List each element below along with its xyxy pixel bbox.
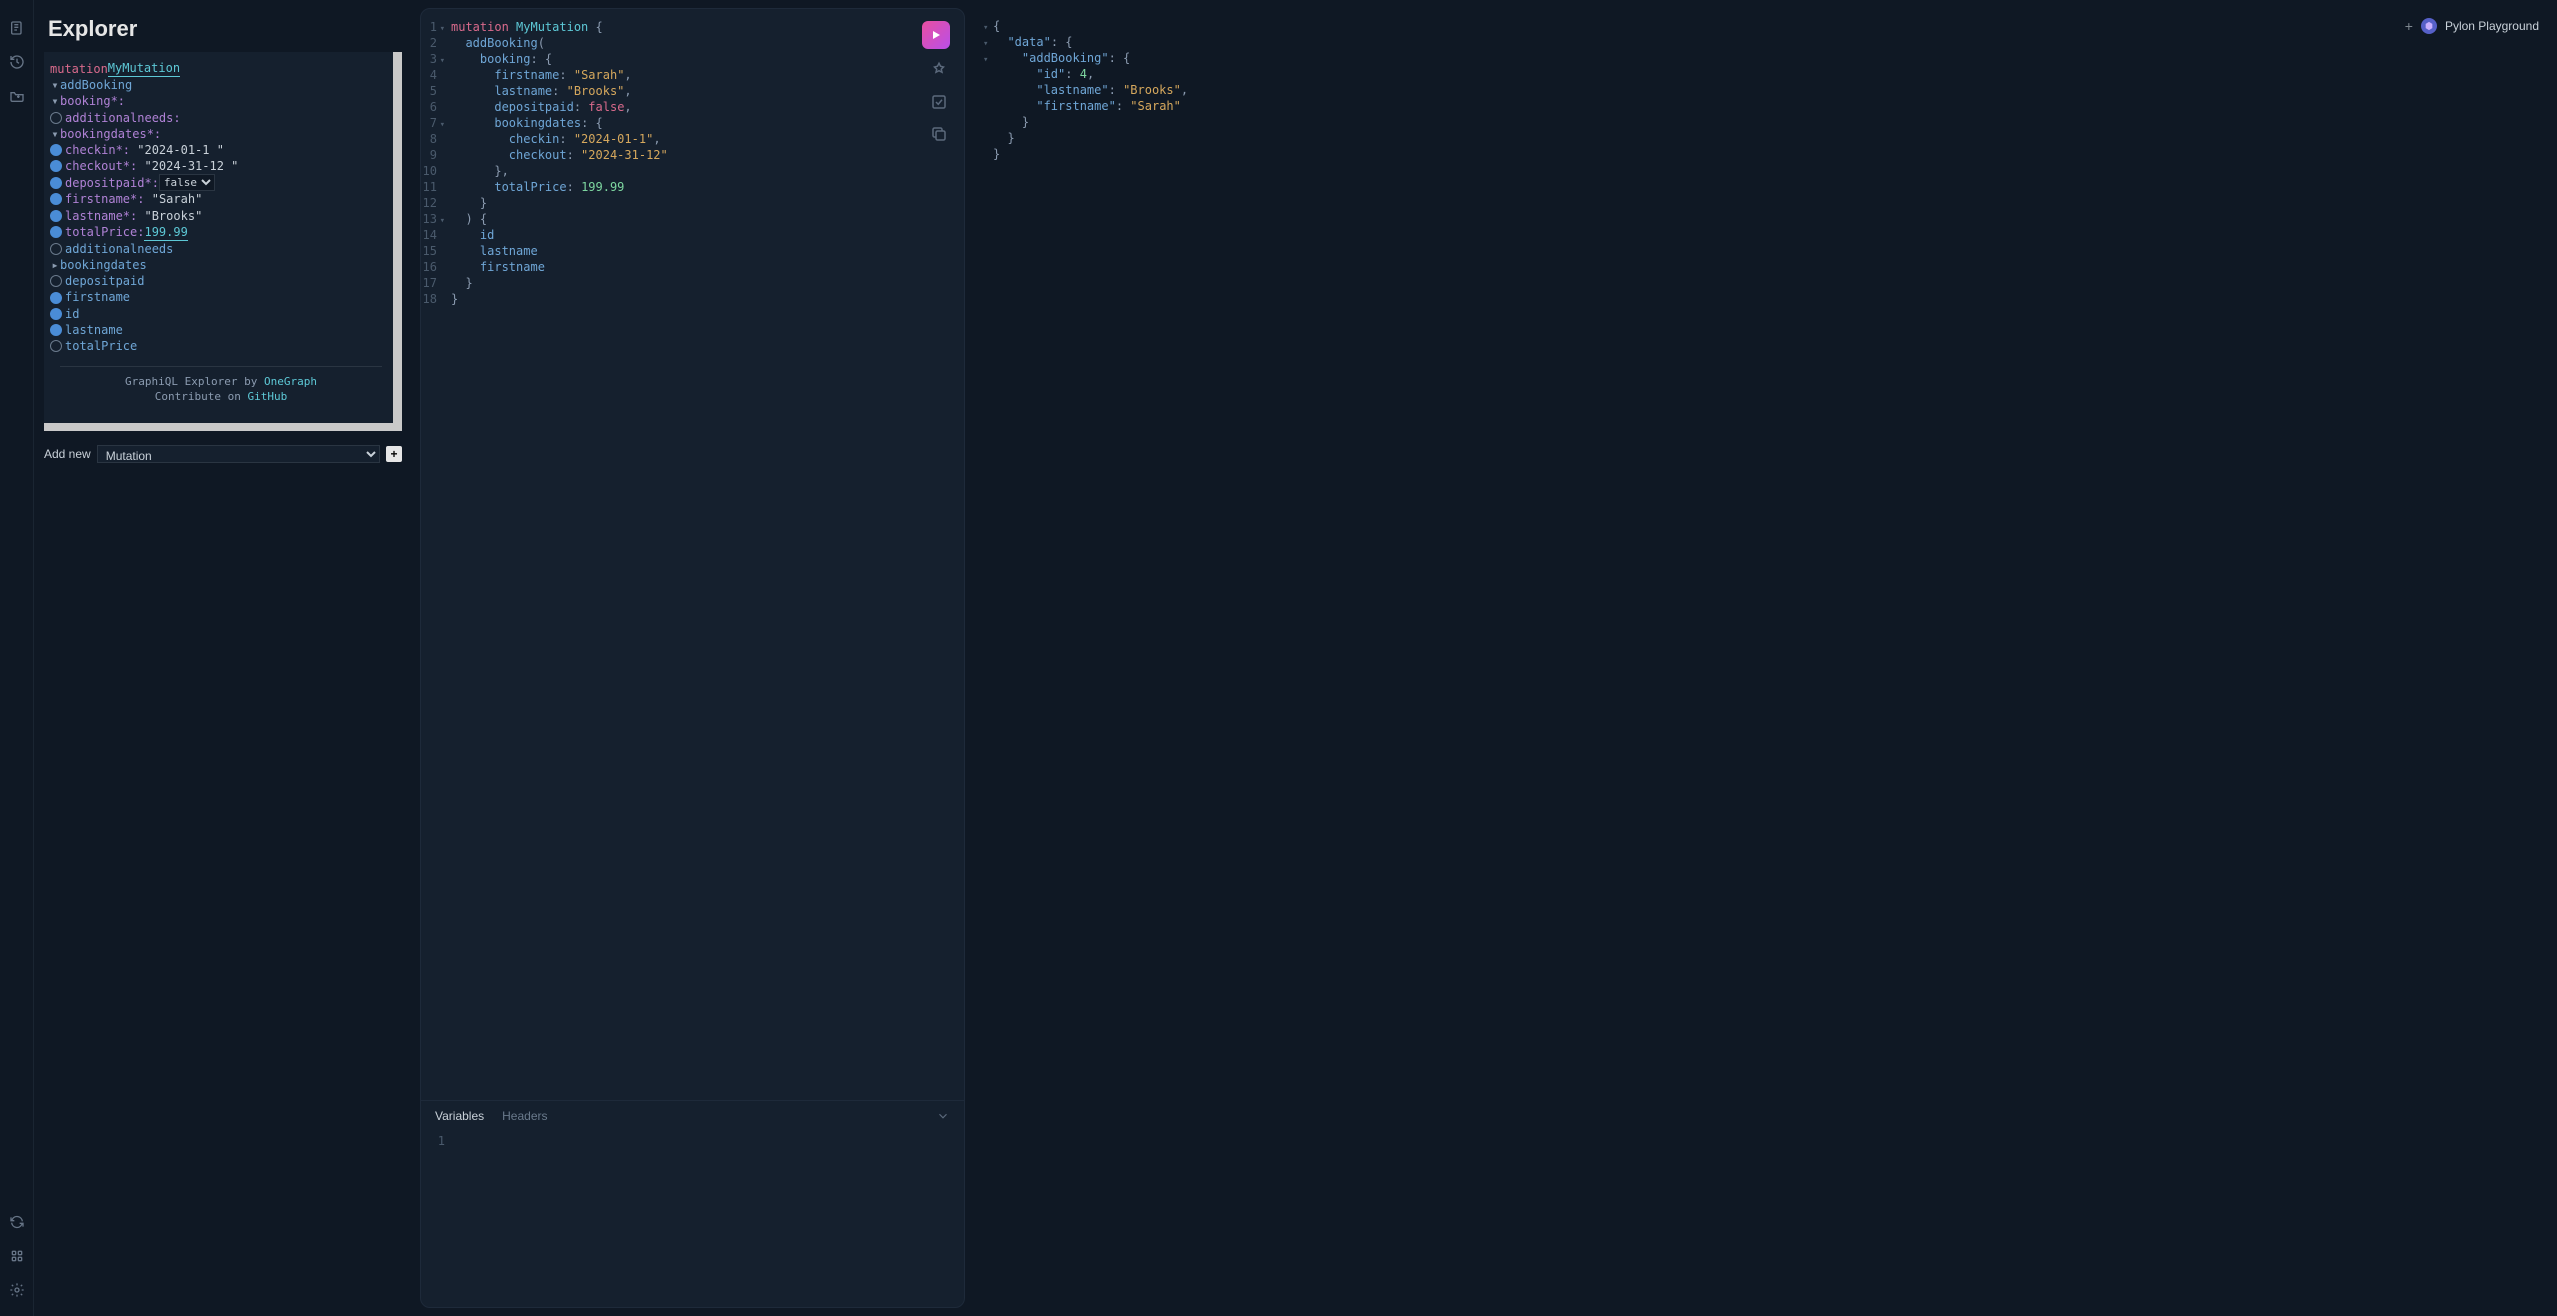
field-id[interactable]: id bbox=[65, 306, 79, 322]
code-area[interactable]: mutation MyMutation { addBooking( bookin… bbox=[451, 19, 964, 1090]
shortcuts-icon[interactable] bbox=[9, 1248, 25, 1264]
explorer-title: Explorer bbox=[34, 0, 412, 52]
checkin-input[interactable]: 2024-01-1 bbox=[144, 142, 209, 158]
arg-checkout[interactable]: checkout*: bbox=[65, 158, 137, 174]
explorer-icon[interactable] bbox=[9, 88, 25, 104]
tab-headers[interactable]: Headers bbox=[502, 1109, 547, 1123]
field-bookingdates[interactable]: bookingdates bbox=[60, 257, 147, 273]
add-new-select[interactable]: Mutation bbox=[97, 445, 380, 463]
checkbox-filled-icon[interactable] bbox=[50, 210, 62, 222]
scrollbar[interactable] bbox=[393, 52, 402, 423]
refetch-icon[interactable] bbox=[9, 1214, 25, 1230]
operation-name-input[interactable]: MyMutation bbox=[108, 60, 180, 77]
response-panel: + Pylon Playground ▾{▾ "data": {▾ "addBo… bbox=[973, 8, 2549, 1308]
operation-type: mutation bbox=[50, 61, 108, 77]
response-body[interactable]: ▾{▾ "data": {▾ "addBooking": { "id": 4, … bbox=[983, 18, 2539, 162]
pylon-logo-icon bbox=[2421, 18, 2437, 34]
editor-bottom-tabs: Variables Headers bbox=[421, 1100, 964, 1127]
prettify-icon[interactable] bbox=[930, 61, 948, 79]
checkbox-empty-icon[interactable] bbox=[50, 340, 62, 352]
field-addBooking[interactable]: addBooking bbox=[60, 77, 132, 93]
lastname-input[interactable]: Brooks bbox=[152, 208, 195, 224]
tab-variables[interactable]: Variables bbox=[435, 1109, 484, 1123]
checkbox-filled-icon[interactable] bbox=[50, 308, 62, 320]
explorer-tree: mutation MyMutation ▾addBooking ▾booking… bbox=[44, 52, 402, 423]
arg-booking[interactable]: booking*: bbox=[60, 93, 125, 109]
arg-firstname[interactable]: firstname*: bbox=[65, 191, 144, 207]
new-tab-icon[interactable]: + bbox=[2405, 18, 2413, 34]
add-new-row: Add new Mutation + bbox=[34, 431, 412, 463]
horizontal-scrollbar[interactable] bbox=[44, 423, 402, 431]
run-button[interactable] bbox=[922, 21, 950, 49]
query-editor-panel: 1▾23▾4567▾8910111213▾1415161718 mutation… bbox=[420, 8, 965, 1308]
checkbox-empty-icon[interactable] bbox=[50, 243, 62, 255]
checkbox-filled-icon[interactable] bbox=[50, 193, 62, 205]
totalPrice-input[interactable]: 199.99 bbox=[144, 224, 187, 241]
field-firstname[interactable]: firstname bbox=[65, 289, 130, 305]
expand-arrow-icon[interactable]: ▸ bbox=[50, 257, 60, 273]
main-area: 1▾23▾4567▾8910111213▾1415161718 mutation… bbox=[412, 0, 2557, 1316]
left-sidebar bbox=[0, 0, 34, 1316]
checkbox-empty-icon[interactable] bbox=[50, 112, 62, 124]
explorer-panel: Explorer mutation MyMutation ▾addBooking… bbox=[34, 0, 412, 1316]
add-new-label: Add new bbox=[44, 447, 91, 461]
query-editor[interactable]: 1▾23▾4567▾8910111213▾1415161718 mutation… bbox=[421, 9, 964, 1100]
docs-icon[interactable] bbox=[9, 20, 25, 36]
explorer-footer: GraphiQL Explorer by OneGraph Contribute… bbox=[50, 375, 392, 413]
arg-checkin[interactable]: checkin*: bbox=[65, 142, 130, 158]
field-depositpaid[interactable]: depositpaid bbox=[65, 273, 144, 289]
expand-arrow-icon[interactable]: ▾ bbox=[50, 126, 60, 142]
arg-depositpaid[interactable]: depositpaid*: bbox=[65, 175, 159, 191]
field-additionalneeds[interactable]: additionalneeds bbox=[65, 241, 173, 257]
history-icon[interactable] bbox=[9, 54, 25, 70]
chevron-down-icon[interactable] bbox=[936, 1109, 950, 1123]
arg-totalPrice[interactable]: totalPrice: bbox=[65, 224, 144, 240]
brand-label: Pylon Playground bbox=[2445, 19, 2539, 33]
add-new-button[interactable]: + bbox=[386, 446, 402, 462]
checkbox-filled-icon[interactable] bbox=[50, 177, 62, 189]
divider bbox=[60, 366, 382, 367]
settings-icon[interactable] bbox=[9, 1282, 25, 1298]
merge-icon[interactable] bbox=[930, 93, 948, 111]
expand-arrow-icon[interactable]: ▾ bbox=[50, 77, 60, 93]
github-link[interactable]: GitHub bbox=[247, 390, 287, 403]
expand-arrow-icon[interactable]: ▾ bbox=[50, 93, 60, 109]
onegraph-link[interactable]: OneGraph bbox=[264, 375, 317, 388]
field-totalPrice[interactable]: totalPrice bbox=[65, 338, 137, 354]
checkbox-empty-icon[interactable] bbox=[50, 275, 62, 287]
variables-editor[interactable]: 1 bbox=[421, 1127, 964, 1307]
checkout-input[interactable]: 2024-31-12 bbox=[152, 158, 224, 174]
line-gutter: 1▾23▾4567▾8910111213▾1415161718 bbox=[421, 19, 451, 1090]
checkbox-filled-icon[interactable] bbox=[50, 144, 62, 156]
checkbox-filled-icon[interactable] bbox=[50, 226, 62, 238]
field-lastname[interactable]: lastname bbox=[65, 322, 123, 338]
arg-lastname[interactable]: lastname*: bbox=[65, 208, 137, 224]
firstname-input[interactable]: Sarah bbox=[159, 191, 195, 207]
depositpaid-select[interactable]: false bbox=[159, 174, 215, 191]
checkbox-filled-icon[interactable] bbox=[50, 324, 62, 336]
arg-bookingdates[interactable]: bookingdates*: bbox=[60, 126, 161, 142]
arg-additionalneeds[interactable]: additionalneeds: bbox=[65, 110, 181, 126]
checkbox-filled-icon[interactable] bbox=[50, 160, 62, 172]
copy-icon[interactable] bbox=[930, 125, 948, 143]
checkbox-filled-icon[interactable] bbox=[50, 292, 62, 304]
